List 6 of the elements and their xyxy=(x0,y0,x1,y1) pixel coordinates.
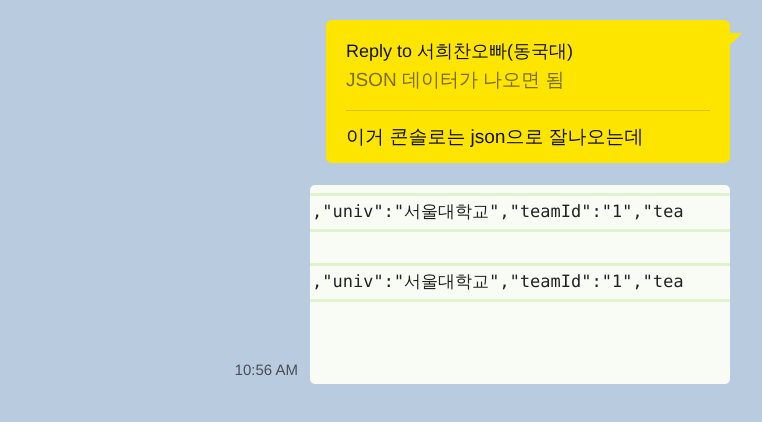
timestamp: 10:56 AM xyxy=(234,362,298,379)
quoted-text: JSON 데이터가 나오면 됨 xyxy=(346,69,566,93)
reply-header: Reply to 서희찬오빠(동국대) xyxy=(346,40,574,63)
code-line: ,"univ":"서울대학교","teamId":"1","tea xyxy=(310,193,730,232)
message-text: 이거 콘솔로는 json으로 잘나오는데 xyxy=(346,126,645,150)
code-line: ,"univ":"서울대학교","teamId":"1","tea xyxy=(310,263,730,302)
